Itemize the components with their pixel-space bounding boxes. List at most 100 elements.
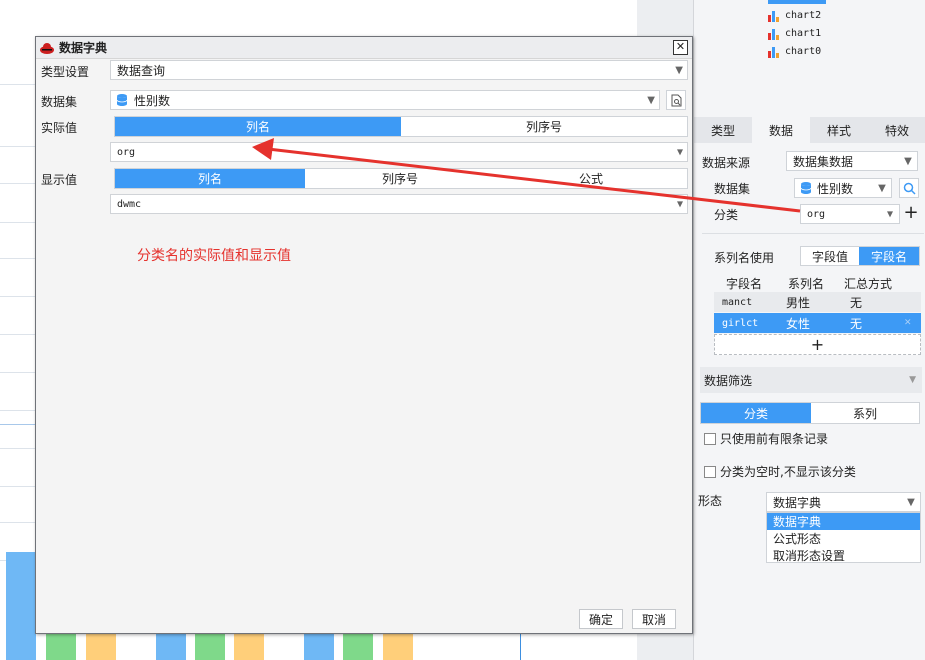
chart-bar [234, 634, 264, 660]
table-cell: 无 [850, 295, 863, 310]
tab-column-index[interactable]: 列序号 [401, 117, 687, 136]
type-setting-value: 数据查询 [117, 63, 166, 78]
database-icon [116, 94, 128, 106]
chart-bar [86, 634, 116, 660]
chart-bar [6, 552, 36, 660]
display-value-label: 显示值 [41, 173, 78, 187]
type-setting-label: 类型设置 [41, 65, 90, 79]
category-value: org [807, 208, 826, 220]
display-value-select[interactable]: dwmc ▼ [110, 194, 688, 214]
series-name-field-name-option[interactable]: 字段名 [859, 247, 919, 265]
property-panel: chart2 chart1 chart0 类型 数据 样式 特效 数据来源 数据… [693, 0, 925, 660]
tab-column-name[interactable]: 列名 [115, 117, 401, 136]
search-icon [903, 182, 916, 195]
dropdown-option[interactable]: 取消形态设置 [767, 547, 920, 564]
table-cell: girlct [722, 317, 759, 329]
type-setting-select[interactable]: 数据查询 ▼ [110, 60, 688, 80]
column-header: 系列名 [788, 277, 825, 291]
divider [702, 233, 924, 234]
annotation-text: 分类名的实际值和显示值 [137, 248, 291, 264]
gridline [0, 258, 36, 259]
gridline [0, 296, 36, 297]
preview-icon [671, 94, 681, 106]
data-source-label: 数据来源 [702, 156, 751, 170]
chevron-down-icon: ▼ [907, 496, 915, 508]
table-row[interactable]: girlct 女性 无 ✕ [714, 313, 921, 333]
dataset-label: 数据集 [41, 95, 78, 109]
tree-item-chart1[interactable]: chart1 [768, 25, 821, 41]
add-series-row-button[interactable]: + [714, 334, 921, 355]
table-cell: 无 [850, 316, 863, 331]
tab-data[interactable]: 数据 [752, 117, 810, 143]
tab-formula[interactable]: 公式 [495, 169, 687, 188]
tree-item-chart0[interactable]: chart0 [768, 43, 821, 59]
selected-tree-item-highlight [768, 0, 826, 4]
data-dictionary-dialog: 数据字典 ✕ 类型设置 数据查询 ▼ 数据集 性别数 ▼ 实际值 列名 列序号 … [35, 36, 693, 634]
gridline [0, 486, 36, 487]
gridline [0, 334, 36, 335]
chevron-down-icon: ▼ [675, 64, 683, 76]
chevron-down-icon: ▼ [878, 182, 886, 194]
close-button[interactable]: ✕ [673, 40, 688, 55]
actual-value-select[interactable]: org ▼ [110, 142, 688, 162]
add-category-button[interactable]: + [902, 202, 920, 224]
cancel-button[interactable]: 取消 [632, 609, 676, 629]
checkbox[interactable] [704, 432, 716, 445]
tab-effects[interactable]: 特效 [868, 117, 925, 143]
table-cell: manct [722, 296, 753, 308]
form-select[interactable]: 数据字典 ▼ [766, 492, 921, 512]
dropdown-option[interactable]: 数据字典 [767, 513, 920, 530]
top-n-records-option[interactable]: 只使用前有限条记录 [704, 430, 828, 447]
gridline [0, 372, 36, 373]
dialog-titlebar[interactable]: 数据字典 ✕ [36, 37, 692, 59]
dataset-select[interactable]: 性别数 ▼ [110, 90, 660, 110]
series-name-label: 系列名使用 [714, 251, 775, 265]
tab-style[interactable]: 样式 [810, 117, 868, 143]
data-source-select[interactable]: 数据集数据 ▼ [786, 151, 918, 171]
display-value-mode-tabs: 列名 列序号 公式 [114, 168, 688, 189]
column-header: 汇总方式 [844, 277, 893, 291]
filter-tab-category[interactable]: 分类 [701, 403, 811, 423]
dataset-select[interactable]: 性别数 ▼ [794, 178, 892, 198]
actual-value: org [117, 146, 136, 158]
checkbox-label: 只使用前有限条记录 [720, 432, 829, 446]
close-icon[interactable]: ✕ [904, 318, 912, 328]
filter-tab-series[interactable]: 系列 [811, 403, 919, 423]
chevron-down-icon: ▼ [886, 208, 894, 220]
tree-item-chart2[interactable]: chart2 [768, 7, 821, 23]
app-logo-icon [40, 42, 54, 54]
category-label: 分类 [714, 208, 739, 222]
gridline [0, 183, 36, 184]
chart-bar [46, 634, 76, 660]
form-label: 形态 [698, 494, 723, 508]
preview-dataset-button[interactable] [666, 90, 686, 110]
chart-bar [195, 634, 225, 660]
hide-empty-category-option[interactable]: 分类为空时,不显示该分类 [704, 463, 856, 480]
gridline [0, 424, 36, 425]
dropdown-option[interactable]: 公式形态 [767, 530, 920, 547]
series-name-toggle: 字段值 字段名 [800, 246, 920, 266]
data-source-value: 数据集数据 [793, 154, 854, 169]
actual-value-mode-tabs: 列名 列序号 [114, 116, 688, 137]
table-row[interactable]: manct 男性 无 [714, 292, 921, 312]
chart-icon [768, 27, 781, 40]
ok-button[interactable]: 确定 [579, 609, 623, 629]
chart-icon [768, 45, 781, 58]
data-filter-title: 数据筛选 [704, 373, 753, 388]
category-select[interactable]: org ▼ [800, 204, 900, 224]
dialog-title: 数据字典 [59, 41, 108, 55]
series-name-field-value-option[interactable]: 字段值 [801, 247, 859, 265]
tab-column-name[interactable]: 列名 [115, 169, 305, 188]
form-value: 数据字典 [773, 495, 822, 510]
tab-column-index[interactable]: 列序号 [305, 169, 495, 188]
gridline [0, 448, 36, 449]
series-table-header: 字段名 系列名 汇总方式 [714, 274, 921, 294]
chart-bar [156, 634, 186, 660]
data-filter-header[interactable]: 数据筛选 ▼ [700, 367, 922, 393]
search-button[interactable] [899, 178, 919, 198]
dataset-value: 性别数 [134, 93, 171, 108]
chart-bar [383, 634, 413, 660]
checkbox[interactable] [704, 465, 716, 478]
dataset-value: 性别数 [817, 181, 854, 196]
tab-type[interactable]: 类型 [694, 117, 752, 143]
